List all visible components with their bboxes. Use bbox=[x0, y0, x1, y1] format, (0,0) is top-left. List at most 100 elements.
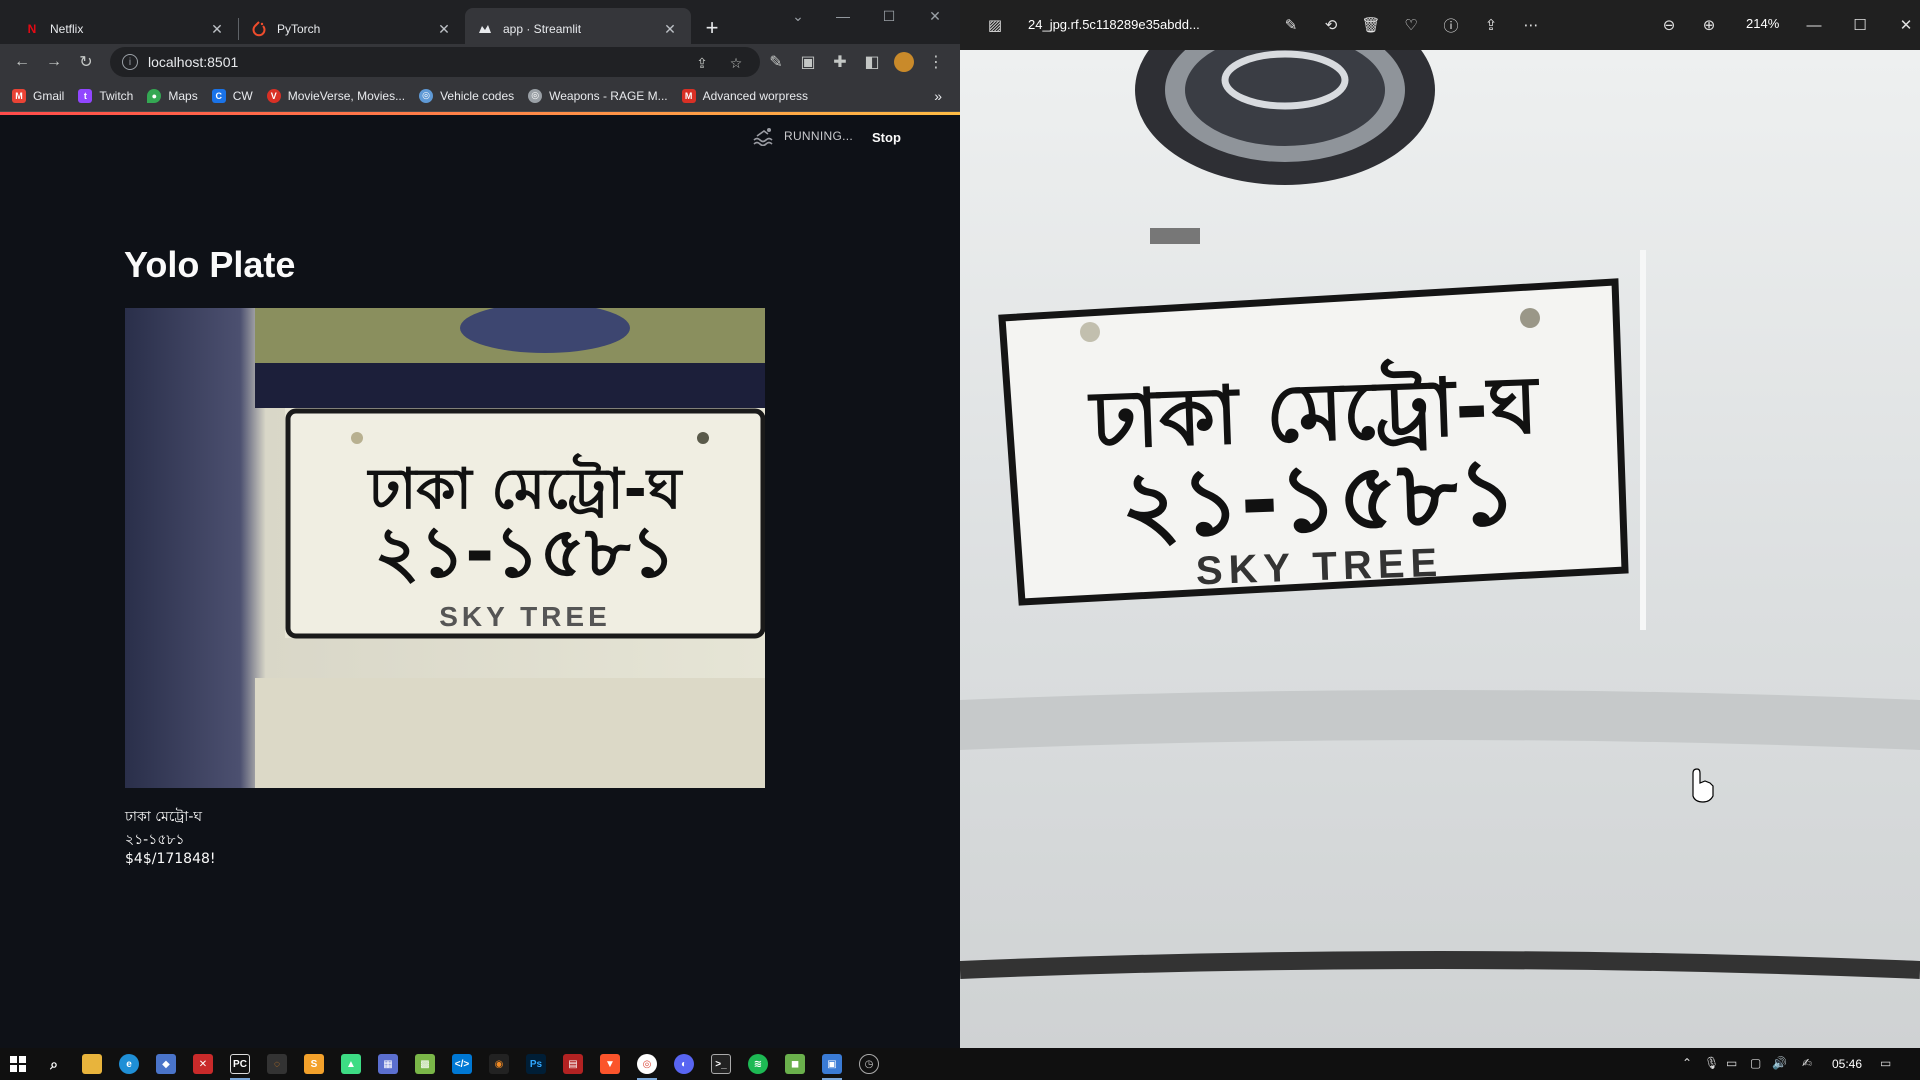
microphone-icon[interactable]: 🎙 bbox=[1704, 1056, 1719, 1070]
info-icon[interactable]: ⓘ bbox=[1440, 14, 1462, 36]
photos-icon[interactable]: ▣ bbox=[822, 1054, 842, 1074]
app-window-icon[interactable]: ▦ bbox=[378, 1054, 398, 1074]
more-options-icon[interactable]: ⋯ bbox=[1520, 14, 1542, 36]
clock-time[interactable]: 05:46 bbox=[1832, 1057, 1862, 1071]
discord-icon[interactable]: ◐ bbox=[674, 1054, 694, 1074]
search-icon[interactable]: ⌕ bbox=[44, 1054, 64, 1074]
bookmark-label: Vehicle codes bbox=[440, 88, 515, 103]
bookmark-gmail[interactable]: M Gmail bbox=[12, 88, 65, 103]
device-icon[interactable]: ▢ bbox=[1750, 1056, 1761, 1070]
stop-button[interactable]: Stop bbox=[872, 130, 901, 145]
close-icon[interactable]: ✕ bbox=[208, 20, 226, 38]
jupyter-icon[interactable]: ◌ bbox=[267, 1054, 287, 1074]
app-cube-icon[interactable]: ◆ bbox=[156, 1054, 176, 1074]
movieverse-icon: V bbox=[266, 88, 281, 103]
ocr-output-line: $4$/171848! bbox=[125, 851, 216, 867]
share-icon[interactable]: ⇪ bbox=[692, 53, 712, 73]
notifications-icon[interactable]: ▭ bbox=[1880, 1056, 1891, 1070]
android-studio-icon[interactable]: ▲ bbox=[341, 1054, 361, 1074]
minimize-button[interactable]: — bbox=[820, 0, 866, 32]
site-info-icon[interactable]: i bbox=[122, 54, 138, 70]
desktop: N Netflix ✕ PyTorch ✕ app · Streamlit ✕ … bbox=[0, 0, 1920, 1080]
ocr-output-line: ২১-১৫৮১ bbox=[125, 832, 185, 848]
forward-icon[interactable]: → bbox=[40, 48, 68, 76]
delete-icon[interactable]: 🗑 bbox=[1360, 14, 1382, 36]
chevron-right-icon[interactable]: » bbox=[934, 88, 942, 104]
gallery-icon[interactable]: ▨ bbox=[984, 14, 1006, 36]
zoomed-plate-photo[interactable]: ঢাকা মেট্রো-ঘ ২১-১৫৮১ SKY TREE bbox=[960, 50, 1920, 1048]
bookmark-movieverse[interactable]: V MovieVerse, Movies... bbox=[266, 88, 406, 103]
edit-image-icon[interactable]: ✎ bbox=[1280, 14, 1302, 36]
page-title: Yolo Plate bbox=[124, 244, 296, 285]
rotate-icon[interactable]: ⟲ bbox=[1320, 14, 1342, 36]
reload-icon[interactable]: ↻ bbox=[72, 48, 100, 76]
bookmark-advanced-wordpress[interactable]: M Advanced worpress bbox=[681, 88, 808, 103]
menu-kebab-icon[interactable]: ⋮ bbox=[922, 48, 950, 76]
close-window-button[interactable]: ✕ bbox=[912, 0, 958, 32]
viewer-toolbar: ▨ 24_jpg.rf.5c118289e35abdd... ✎ ⟲ 🗑 ♡ ⓘ… bbox=[960, 0, 1920, 50]
puzzle-icon[interactable]: ✚ bbox=[826, 48, 854, 76]
sublime-icon[interactable]: S bbox=[304, 1054, 324, 1074]
bookmark-label: CW bbox=[232, 88, 253, 103]
file-explorer-icon[interactable] bbox=[82, 1054, 102, 1074]
swimmer-icon bbox=[753, 128, 773, 146]
close-icon[interactable]: ✕ bbox=[661, 20, 679, 38]
blender-icon[interactable]: ◉ bbox=[489, 1054, 509, 1074]
plate-text-line2: ২১-১৫৮১ bbox=[374, 511, 676, 593]
terminal-icon[interactable]: >_ bbox=[711, 1054, 731, 1074]
avatar[interactable] bbox=[890, 48, 918, 76]
bookmarks-bar: M Gmail t Twitch ● Maps C CW V MovieVers… bbox=[0, 80, 960, 112]
spotify-icon[interactable]: ≋ bbox=[748, 1054, 768, 1074]
netflix-icon: N bbox=[27, 22, 37, 36]
tab-title: PyTorch bbox=[277, 22, 321, 36]
share-icon[interactable]: ⇪ bbox=[1480, 14, 1502, 36]
bookmark-label: Gmail bbox=[33, 88, 65, 103]
address-bar[interactable]: i localhost:8501 ⇪ ☆ bbox=[110, 47, 760, 77]
bookmark-star-icon[interactable]: ☆ bbox=[726, 53, 746, 73]
bookmark-maps[interactable]: ● Maps bbox=[147, 88, 198, 103]
zoom-out-icon[interactable]: ⊖ bbox=[1658, 14, 1680, 36]
tab-search-icon[interactable]: ⌄ bbox=[775, 0, 821, 32]
close-icon[interactable]: ✕ bbox=[435, 20, 453, 38]
gmail-icon: M bbox=[12, 88, 26, 103]
maps-icon: ● bbox=[147, 88, 162, 103]
pen-extension-icon[interactable]: ✎ bbox=[762, 48, 790, 76]
app-grid-icon[interactable]: ▩ bbox=[415, 1054, 435, 1074]
zoom-in-icon[interactable]: ⊕ bbox=[1698, 14, 1720, 36]
photo-viewer-window: ▨ 24_jpg.rf.5c118289e35abdd... ✎ ⟲ 🗑 ♡ ⓘ… bbox=[960, 0, 1920, 1048]
favorite-heart-icon[interactable]: ♡ bbox=[1400, 14, 1422, 36]
chrome-icon[interactable]: ◎ bbox=[637, 1054, 657, 1074]
maximize-button[interactable]: ☐ bbox=[866, 0, 912, 32]
globe-icon: ◎ bbox=[419, 88, 434, 103]
bookmark-label: MovieVerse, Movies... bbox=[287, 88, 406, 103]
close-window-button[interactable]: ✕ bbox=[1895, 14, 1917, 36]
app-red-icon[interactable]: ✕ bbox=[193, 1054, 213, 1074]
bookmark-label: Weapons - RAGE M... bbox=[549, 88, 668, 103]
edge-icon[interactable]: e bbox=[119, 1054, 139, 1074]
vscode-icon[interactable]: </> bbox=[452, 1054, 472, 1074]
app-film-icon[interactable]: ▤ bbox=[563, 1054, 583, 1074]
side-panel-icon[interactable]: ◧ bbox=[858, 48, 886, 76]
minimize-button[interactable]: — bbox=[1803, 14, 1825, 36]
photoshop-icon[interactable]: Ps bbox=[526, 1054, 546, 1074]
bookmark-cw[interactable]: C CW bbox=[211, 88, 253, 103]
new-tab-button[interactable]: + bbox=[698, 14, 726, 42]
bookmark-vehicle-codes[interactable]: ◎ Vehicle codes bbox=[419, 88, 515, 103]
extension-icon[interactable]: ▣ bbox=[794, 48, 822, 76]
android-icon[interactable]: ◼ bbox=[785, 1054, 805, 1074]
volume-icon[interactable]: 🔊 bbox=[1772, 1056, 1787, 1070]
maximize-button[interactable]: ☐ bbox=[1849, 14, 1871, 36]
bookmark-weapons[interactable]: ◎ Weapons - RAGE M... bbox=[528, 88, 668, 103]
tab-strip: N Netflix ✕ PyTorch ✕ app · Streamlit ✕ … bbox=[0, 0, 960, 50]
windows-start-icon[interactable] bbox=[8, 1054, 28, 1074]
brave-icon[interactable]: ▼ bbox=[600, 1054, 620, 1074]
pen-icon[interactable]: ✍ bbox=[1802, 1056, 1812, 1070]
pycharm-icon[interactable]: PC bbox=[230, 1054, 250, 1074]
zoom-level[interactable]: 214% bbox=[1746, 16, 1779, 31]
bookmark-twitch[interactable]: t Twitch bbox=[78, 88, 133, 103]
clock-app-icon[interactable]: ◷ bbox=[859, 1054, 879, 1074]
chevron-up-icon[interactable]: ⌃ bbox=[1682, 1056, 1692, 1070]
network-icon[interactable]: ▭ bbox=[1726, 1056, 1737, 1070]
back-icon[interactable]: ← bbox=[8, 48, 36, 76]
